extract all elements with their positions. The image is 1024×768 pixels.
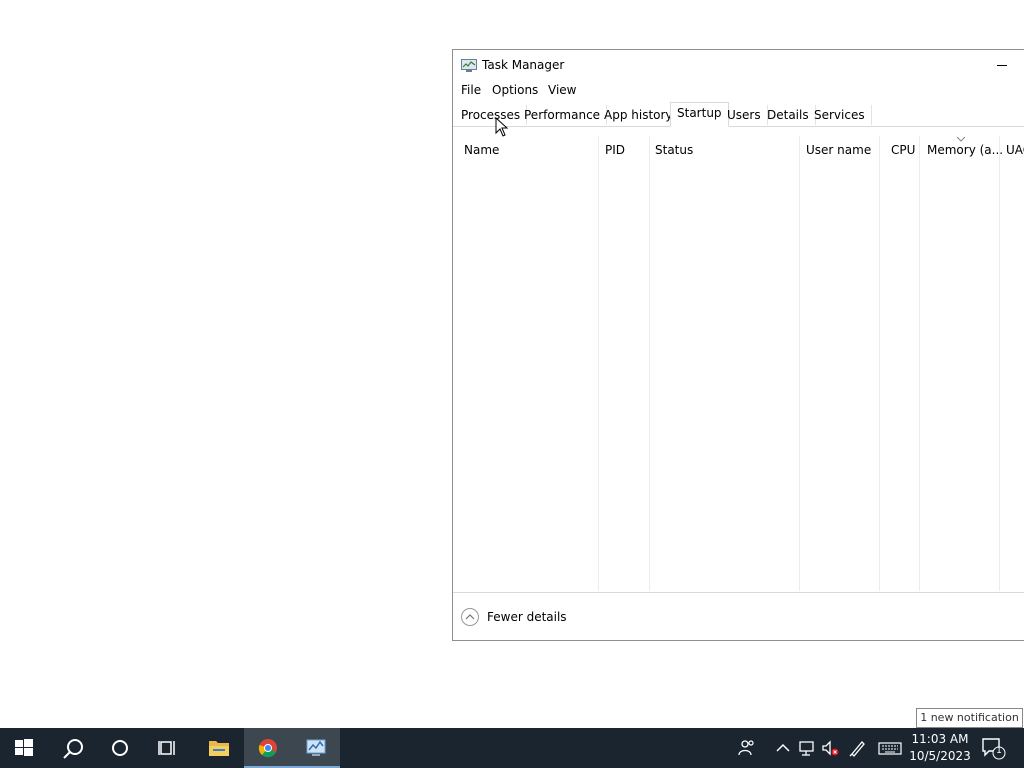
- folder-icon: [209, 741, 229, 756]
- column-divider[interactable]: [879, 136, 880, 591]
- sort-indicator-icon: [957, 137, 965, 142]
- column-cpu[interactable]: CPU: [891, 143, 915, 157]
- minimize-button[interactable]: [983, 50, 1023, 80]
- chrome-icon: [258, 739, 277, 758]
- tab-services[interactable]: Services: [808, 105, 872, 125]
- file-explorer-button[interactable]: [194, 728, 242, 768]
- task-manager-icon: [461, 59, 477, 72]
- window-title: Task Manager: [482, 58, 565, 72]
- mouse-cursor-icon: [495, 117, 509, 137]
- search-button[interactable]: [48, 728, 96, 768]
- windows-icon: [15, 739, 33, 756]
- menu-file[interactable]: File: [459, 83, 483, 97]
- pen-icon[interactable]: [848, 738, 868, 758]
- task-manager-icon: [306, 739, 326, 756]
- column-user-name[interactable]: User name: [806, 143, 871, 157]
- tab-app-history[interactable]: App history: [598, 105, 680, 125]
- notification-count: 1: [996, 746, 1002, 756]
- column-memory[interactable]: Memory (a...: [927, 143, 1003, 157]
- taskbar: [0, 728, 1024, 768]
- menu-options[interactable]: Options: [490, 83, 540, 97]
- fewer-details-button[interactable]: [461, 608, 479, 626]
- task-manager-taskbar-button[interactable]: [292, 728, 340, 768]
- chrome-button[interactable]: [244, 728, 292, 768]
- task-view-button[interactable]: [144, 728, 192, 768]
- start-button[interactable]: [0, 728, 48, 768]
- title-bar[interactable]: Task Manager: [453, 50, 1024, 80]
- tab-performance[interactable]: Performance: [518, 105, 608, 125]
- footer-bar: Fewer details: [453, 592, 1024, 643]
- column-divider[interactable]: [649, 136, 650, 591]
- clock-date: 10/5/2023: [909, 749, 971, 763]
- column-divider[interactable]: [999, 136, 1000, 591]
- action-center-button[interactable]: 1: [980, 736, 1006, 760]
- task-view-icon: [158, 741, 175, 755]
- notification-tooltip: 1 new notification: [916, 708, 1023, 728]
- cortana-icon: [112, 740, 128, 756]
- network-icon[interactable]: [797, 738, 817, 758]
- column-divider[interactable]: [799, 136, 800, 591]
- chevron-up-icon: [465, 614, 475, 620]
- fewer-details-label[interactable]: Fewer details: [487, 610, 567, 624]
- clock-time: 11:03 AM: [911, 732, 969, 746]
- column-divider[interactable]: [919, 136, 920, 591]
- cortana-button[interactable]: [96, 728, 144, 768]
- column-name[interactable]: Name: [464, 143, 499, 157]
- clock[interactable]: 11:03 AM 10/5/2023: [908, 731, 972, 765]
- tab-processes[interactable]: Processes: [455, 105, 528, 125]
- tab-startup[interactable]: Startup: [670, 102, 729, 127]
- column-status[interactable]: Status: [655, 143, 693, 157]
- keyboard-icon[interactable]: [878, 738, 902, 758]
- tab-bar: Processes Performance App history Startu…: [453, 102, 1024, 127]
- people-icon[interactable]: [737, 738, 757, 758]
- column-uac[interactable]: UAC: [1006, 143, 1024, 157]
- chevron-up-icon[interactable]: [773, 738, 793, 758]
- column-divider[interactable]: [598, 136, 599, 591]
- menu-view[interactable]: View: [546, 83, 578, 97]
- search-icon: [63, 739, 83, 759]
- task-manager-window: Task Manager File Options View Processes…: [452, 49, 1024, 641]
- volume-muted-icon[interactable]: [820, 738, 840, 758]
- column-pid[interactable]: PID: [605, 143, 625, 157]
